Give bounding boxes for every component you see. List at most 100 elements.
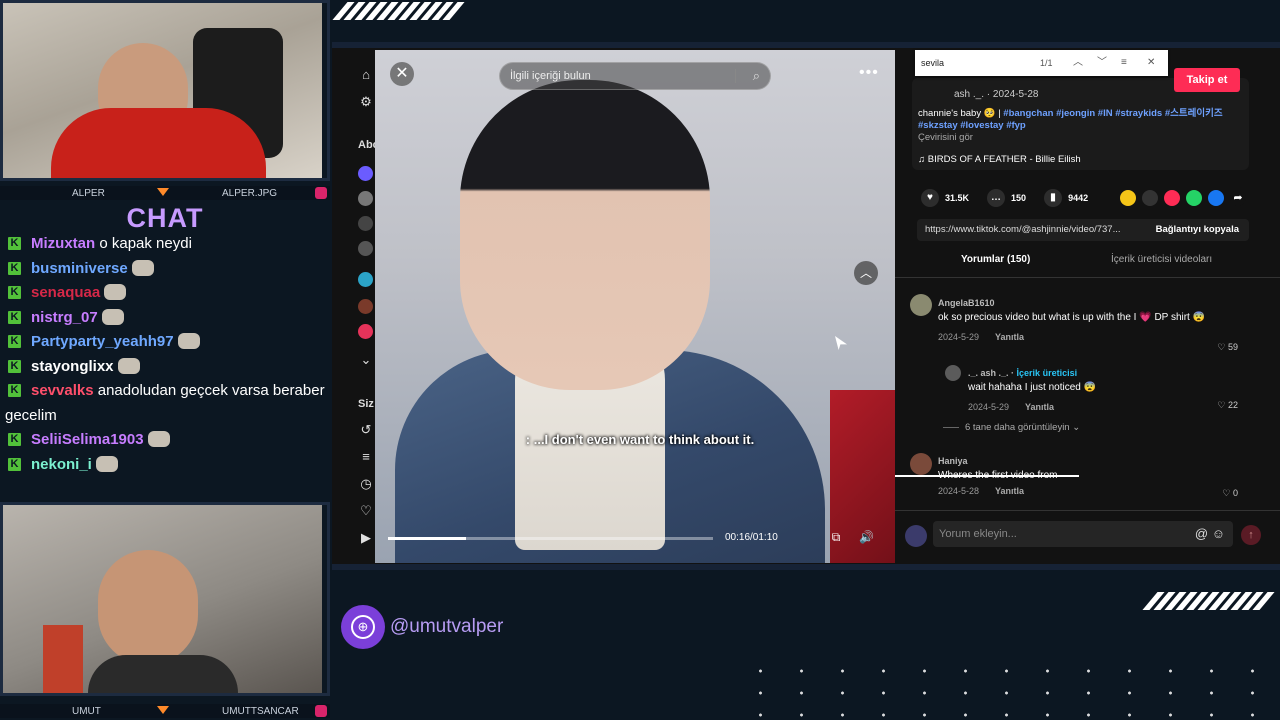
following-avatar[interactable] [358,216,373,231]
more-options-icon[interactable]: ••• [859,64,879,82]
progress-fill [388,537,466,540]
close-button[interactable]: ✕ [390,62,414,86]
reply-button[interactable]: Yanıtla [995,332,1024,342]
chat-username[interactable]: Mizuxtan [31,235,95,252]
author-line[interactable]: ash ._. · 2024-5-28 [954,89,1039,100]
find-close-icon[interactable]: ✕ [1147,50,1155,76]
share-icons: ➦ [1120,190,1246,206]
coin-icon[interactable] [1120,190,1136,206]
video-person-face [460,80,710,390]
reply-like[interactable]: ♡ 22 [1217,400,1238,411]
chat-username[interactable]: senaquaa [31,284,100,301]
social-handle: @umutvalper [390,616,504,637]
comment-like[interactable]: ♡ 0 [1222,488,1238,499]
find-options-icon[interactable]: ≡ [1121,50,1127,76]
comment-input[interactable]: Yorum ekleyin... @ ☺ [933,521,1233,547]
list-icon[interactable]: ≡ [359,450,373,464]
explore-icon[interactable]: ⚙ [359,95,373,109]
send-comment-button[interactable]: ↑ [1241,525,1261,545]
search-icon[interactable]: ⌕ [753,63,760,89]
chat-username[interactable]: Partyparty_yeahh97 [31,333,174,350]
music-line[interactable]: ♫ BIRDS OF A FEATHER - Billie Eilish [918,154,1081,165]
avatar[interactable] [910,453,932,475]
chat-message: Ksenaquaa [5,281,327,306]
reply-author[interactable]: ._. ash ._. · İçerik üreticisi [968,368,1238,378]
saves-count: 9442 [1068,193,1089,203]
video-link: https://www.tiktok.com/@ashjinnie/video/… [925,224,1121,235]
pip-icon[interactable]: ⧉ [829,530,843,544]
view-more-replies[interactable]: 6 tane daha görüntüleyin ⌄ [943,422,1080,433]
reply-button[interactable]: Yanıtla [1025,402,1054,412]
streamer-face [98,550,198,665]
following-avatar[interactable] [358,324,373,339]
cat-emote-icon [131,259,154,276]
mention-emoji-icons[interactable]: @ ☺ [1195,521,1225,547]
kick-badge-icon: K [8,457,21,471]
history-icon[interactable]: ↺ [359,423,373,437]
following-avatar[interactable] [358,272,373,287]
webcam-bottom [3,505,322,693]
following-avatar[interactable] [358,241,373,256]
social-badge: ⊕ [341,605,385,649]
previous-video-button[interactable]: ︿ [854,261,878,285]
clock-icon[interactable]: ◷ [359,477,373,491]
chat-log: K Mizuxtan o kapak neydi Kbusminiverse Ksen… [5,232,327,477]
cam-bottom-name-left: UMUT [72,705,101,717]
chat-username[interactable]: stayonglixx [31,358,114,375]
find-bar[interactable]: sevila 1/1 ︿ ﹀ ≡ ✕ [915,50,1168,76]
webcam-bottom-namebar: UMUT UMUTTSANCAR [0,704,330,718]
embed-icon[interactable] [1142,190,1158,206]
send-icon[interactable] [1164,190,1180,206]
share-arrow-icon[interactable]: ➦ [1230,190,1246,206]
find-prev-icon[interactable]: ︿ [1073,50,1083,76]
avatar[interactable] [945,365,961,381]
chat-message: K Partyparty_yeahh97 [5,330,327,355]
copy-link-button[interactable]: Bağlantıyı kopyala [1156,219,1239,241]
comment-date: 2024-5-28 [938,486,980,496]
lamp [43,625,83,693]
comment-item: AngelaB1610 ok so precious video but wha… [938,298,1238,352]
volume-icon[interactable]: 🔊 [859,530,874,544]
translate-link[interactable]: Çevirisini gör [918,132,973,143]
facebook-icon[interactable] [1208,190,1224,206]
chat-message: K SeliiSelima1903 [5,428,327,453]
kick-badge-icon: K [8,433,21,446]
chat-username[interactable]: nistrg_07 [31,309,98,326]
play-icon[interactable]: ▶ [359,531,373,545]
video-player[interactable]: ✕ İlgili içeriği bulun ⌕ ••• ︿ : ...I do… [375,50,895,563]
chat-username[interactable]: busminiverse [31,260,128,277]
cat-emote-icon [95,455,118,472]
comment-author[interactable]: AngelaB1610 [938,298,1238,308]
streamer-shirt [51,108,266,178]
following-avatar[interactable] [358,299,373,314]
webcam-top [3,3,322,178]
tab-comments[interactable]: Yorumlar (150) [961,254,1030,265]
find-next-icon[interactable]: ﹀ [1097,50,1107,76]
chat-message: Knistrg_07 [5,306,327,331]
kick-badge-icon: K [8,335,21,348]
video-progress-bar[interactable] [388,537,713,540]
cat-emote-icon [177,333,200,349]
heart-icon[interactable]: ♥ [921,189,939,207]
bookmark-icon[interactable]: ▮ [1044,189,1063,207]
home-icon[interactable]: ⌂ [359,68,373,82]
follow-button[interactable]: Takip et [1174,68,1240,92]
chat-username[interactable]: SeliiSelima1903 [31,431,144,448]
like-icon[interactable]: ♡ [359,504,373,518]
tiktok-sidebar: ⌂ ⚙ Abo ⌄ Siz ↺ ≡ ◷ ♡ ▶ [332,48,379,564]
whatsapp-icon[interactable] [1186,190,1202,206]
reply-button[interactable]: Yanıtla [995,486,1024,496]
comment-author[interactable]: Haniya [938,456,1238,466]
following-avatar[interactable] [358,191,373,206]
related-search[interactable]: İlgili içeriği bulun ⌕ [499,62,771,90]
cat-emote-icon [104,284,127,300]
comment-like[interactable]: ♡ 59 [1217,342,1238,353]
chat-username[interactable]: sevvalks [31,382,94,399]
avatar[interactable] [910,294,932,316]
comment-icon[interactable]: … [987,189,1006,207]
comment-input-row: Yorum ekleyin... @ ☺ ↑ [895,510,1280,560]
chevron-down-icon[interactable]: ⌄ [359,353,373,367]
following-avatar[interactable] [358,166,373,181]
chat-username[interactable]: nekoni_i [31,456,92,473]
tab-creator-videos[interactable]: İçerik üreticisi videoları [1111,254,1212,265]
